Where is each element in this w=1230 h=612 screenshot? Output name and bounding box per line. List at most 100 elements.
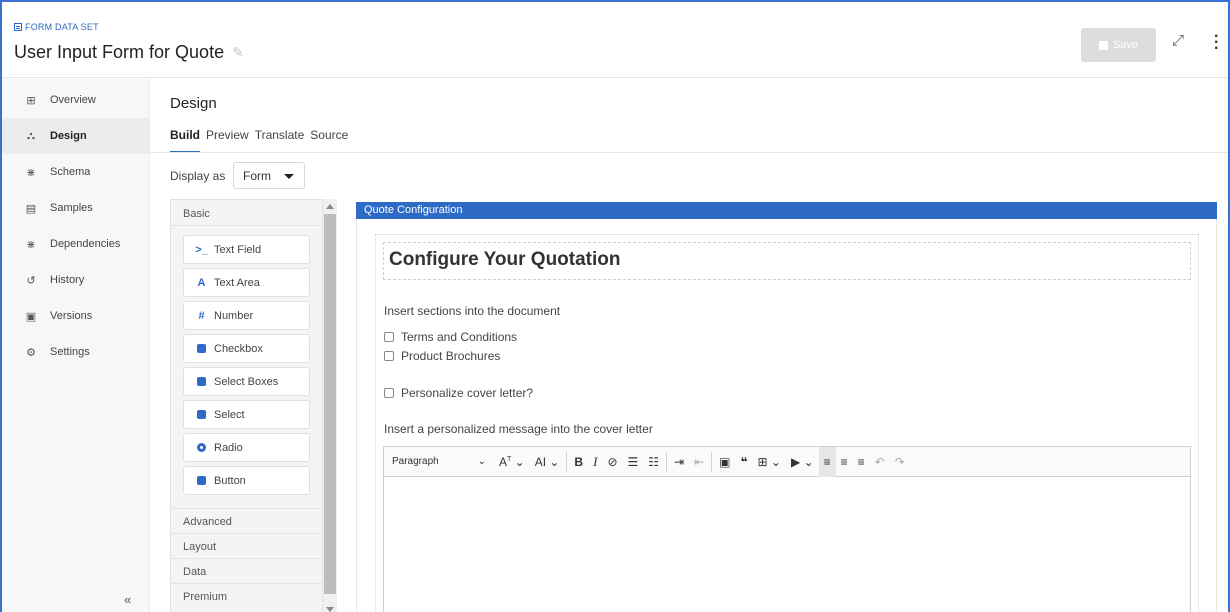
stop-icon	[196, 476, 207, 485]
paragraph-format-dropdown[interactable]: Paragraph ⌄	[384, 447, 494, 477]
tab-translate[interactable]: Translate	[255, 128, 305, 153]
palette-scrollbar-thumb[interactable]	[324, 214, 336, 594]
sidebar-item-versions[interactable]: ▣ Versions	[2, 298, 150, 334]
component-button[interactable]: Button	[183, 466, 310, 495]
save-button[interactable]: Save	[1081, 28, 1156, 62]
checkbox-input[interactable]	[384, 332, 394, 342]
font-family-dropdown[interactable]: AI ⌄	[530, 447, 565, 477]
form-heading[interactable]: Configure Your Quotation	[383, 242, 1191, 280]
grid-icon: ⊞	[26, 94, 36, 107]
undo-icon[interactable]: ↶	[870, 447, 890, 477]
tab-bar: Build Preview Translate Source	[170, 128, 348, 153]
more-options-icon[interactable]: · · ·	[1214, 29, 1219, 57]
plus-square-icon	[196, 377, 207, 386]
align-right-icon[interactable]: ≡	[853, 447, 870, 477]
app-window: FORM DATA SET User Input Form for Quote …	[0, 0, 1230, 612]
media-icon[interactable]: ▶ ⌄	[786, 447, 819, 477]
component-label: Button	[214, 474, 246, 487]
save-icon	[1098, 40, 1108, 50]
bulleted-list-icon[interactable]: ☰	[623, 447, 644, 477]
quote-icon[interactable]: ❝	[736, 447, 753, 477]
sidebar-item-dependencies[interactable]: ⋇ Dependencies	[2, 226, 150, 262]
component-radio[interactable]: Radio	[183, 433, 310, 462]
breadcrumb-label: FORM DATA SET	[25, 22, 99, 32]
sidebar-item-overview[interactable]: ⊞ Overview	[2, 82, 150, 118]
component-label: Number	[214, 309, 254, 322]
palette-group-premium[interactable]: Premium	[171, 583, 322, 608]
checkbox-label: Product Brochures	[401, 349, 501, 363]
sidebar-item-label: History	[50, 274, 85, 286]
palette-group-layout[interactable]: Layout	[171, 533, 322, 558]
numbered-list-icon[interactable]: ☷	[643, 447, 664, 477]
scroll-up-icon[interactable]	[326, 204, 334, 209]
sidebar-item-label: Design	[50, 130, 87, 142]
tab-source[interactable]: Source	[310, 128, 348, 153]
display-as-select[interactable]: Form	[233, 162, 305, 189]
collapse-sidebar-icon[interactable]: «	[124, 592, 131, 607]
font-size-icon: AT ⌄	[499, 454, 525, 469]
gear-icon: ⚙	[26, 346, 36, 359]
outdent-icon[interactable]: ⇤	[689, 447, 709, 477]
editor-toolbar: Paragraph ⌄ AT ⌄ AI ⌄ B I ⊘ ☰ ☷ ⇥ ⇤ ▣ ❝ …	[384, 446, 1190, 477]
terminal-icon: >_	[195, 243, 208, 256]
component-label: Text Area	[214, 276, 260, 289]
save-button-label: Save	[1112, 39, 1139, 51]
table-icon[interactable]: ⊞ ⌄	[753, 447, 786, 477]
toolbar-separator	[666, 451, 668, 472]
component-label: Select	[214, 408, 245, 421]
component-select-boxes[interactable]: Select Boxes	[183, 367, 310, 396]
component-number[interactable]: # Number	[183, 301, 310, 330]
scroll-down-icon[interactable]	[326, 607, 334, 612]
sidebar-item-label: Schema	[50, 166, 91, 178]
sidebar-item-design[interactable]: ⛬ Design	[2, 118, 150, 154]
palette-group-advanced[interactable]: Advanced	[171, 508, 322, 533]
component-label: Radio	[214, 441, 243, 454]
versions-icon: ▣	[25, 310, 37, 323]
page-title-text: User Input Form for Quote	[14, 42, 225, 62]
italic-icon[interactable]: I	[588, 447, 602, 477]
component-select[interactable]: Select	[183, 400, 310, 429]
radio-icon	[196, 443, 207, 452]
sidebar-item-history[interactable]: ↺ History	[2, 262, 150, 298]
document-icon: ▤	[25, 202, 37, 215]
section-title: Design	[170, 95, 217, 112]
checkbox-personalize[interactable]: Personalize cover letter?	[384, 386, 533, 400]
link-icon[interactable]: ⊘	[602, 447, 622, 477]
tab-preview[interactable]: Preview	[206, 128, 249, 153]
page-header: FORM DATA SET User Input Form for Quote …	[2, 2, 1228, 78]
display-as-value: Form	[243, 168, 271, 183]
image-icon[interactable]: ▣	[714, 447, 735, 477]
breadcrumb[interactable]: FORM DATA SET	[14, 22, 99, 32]
align-center-icon[interactable]: ≡	[836, 447, 853, 477]
sidebar-item-samples[interactable]: ▤ Samples	[2, 190, 150, 226]
sidebar-item-label: Settings	[50, 346, 90, 358]
paragraph-format-value: Paragraph	[392, 456, 439, 467]
component-text-area[interactable]: A Text Area	[183, 268, 310, 297]
pencil-icon[interactable]: ✎	[232, 44, 244, 61]
expand-icon[interactable]: ⤢	[1172, 32, 1184, 49]
checkbox-terms[interactable]: Terms and Conditions	[384, 330, 517, 344]
font-size-dropdown[interactable]: AT ⌄	[494, 447, 530, 477]
tab-build[interactable]: Build	[170, 128, 200, 153]
checkbox-icon	[196, 344, 207, 353]
redo-icon[interactable]: ↷	[890, 447, 910, 477]
bold-icon[interactable]: B	[569, 447, 588, 477]
toolbar-separator	[566, 451, 568, 472]
sidebar-item-settings[interactable]: ⚙ Settings	[2, 334, 150, 370]
indent-icon[interactable]: ⇥	[669, 447, 689, 477]
panel-title[interactable]: Quote Configuration	[356, 202, 1217, 219]
checkbox-input[interactable]	[384, 351, 394, 361]
sidebar: ⊞ Overview ⛬ Design ⋇ Schema ▤ Samples ⋇…	[2, 79, 150, 612]
component-checkbox[interactable]: Checkbox	[183, 334, 310, 363]
design-icon: ⛬	[27, 129, 35, 142]
checkbox-label: Terms and Conditions	[401, 330, 518, 344]
checkbox-brochures[interactable]: Product Brochures	[384, 349, 500, 363]
message-label: Insert a personalized message into the c…	[384, 422, 653, 436]
palette-group-basic[interactable]: Basic	[171, 200, 322, 226]
align-left-icon[interactable]: ≡	[818, 446, 836, 477]
sidebar-item-schema[interactable]: ⋇ Schema	[2, 154, 150, 190]
component-text-field[interactable]: >_ Text Field	[183, 235, 310, 264]
checkbox-input[interactable]	[384, 388, 394, 398]
palette-group-data[interactable]: Data	[171, 558, 322, 583]
rich-text-editor[interactable]: Paragraph ⌄ AT ⌄ AI ⌄ B I ⊘ ☰ ☷ ⇥ ⇤ ▣ ❝ …	[383, 446, 1191, 612]
